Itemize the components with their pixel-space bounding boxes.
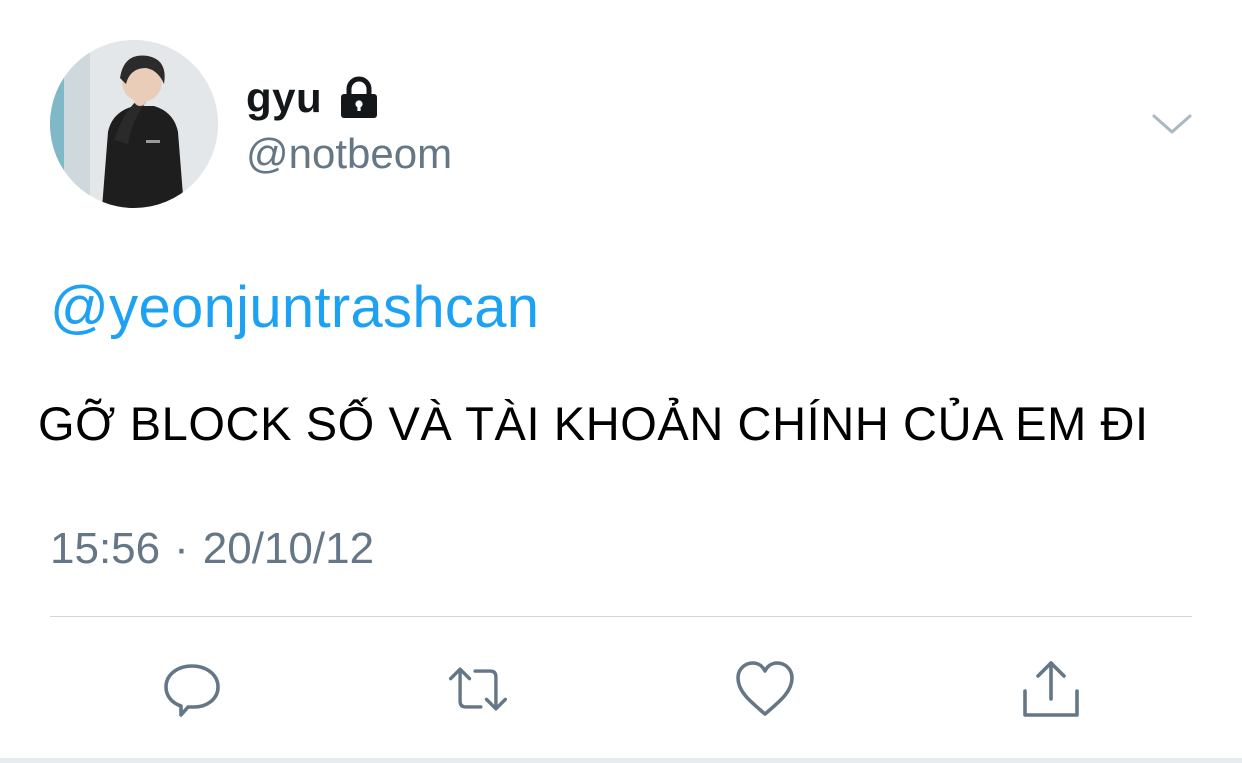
tweet-card: gyu @notbeom @yeonjuntrashcan GỠ BLOCK S… <box>0 0 1242 763</box>
action-bar <box>0 650 1242 730</box>
retweet-icon <box>448 667 508 711</box>
tweet-time: 15:56 <box>50 524 161 573</box>
share-button[interactable] <box>1018 656 1084 722</box>
user-name-row: gyu <box>246 70 382 126</box>
avatar-image <box>50 40 218 208</box>
tweet-text: GỠ BLOCK SỐ VÀ TÀI KHOẢN CHÍNH CỦA EM ĐI <box>38 397 1149 450</box>
like-button[interactable] <box>732 656 798 722</box>
timestamp[interactable]: 15:56 · 20/10/12 <box>50 524 374 574</box>
share-icon <box>1023 661 1079 717</box>
avatar[interactable] <box>50 40 218 208</box>
user-handle[interactable]: @notbeom <box>246 130 452 178</box>
display-name[interactable]: gyu <box>246 74 322 122</box>
retweet-button[interactable] <box>445 656 511 722</box>
heart-icon <box>736 661 794 716</box>
chevron-down-icon[interactable] <box>1150 108 1194 138</box>
mention-link[interactable]: @yeonjuntrashcan <box>50 274 539 341</box>
timestamp-separator: · <box>174 524 189 573</box>
lock-icon <box>336 75 382 121</box>
tweet-date: 20/10/12 <box>202 524 375 573</box>
reply-button[interactable] <box>159 656 225 722</box>
bottom-border <box>0 758 1242 763</box>
divider <box>50 616 1192 617</box>
reply-icon <box>164 664 220 717</box>
